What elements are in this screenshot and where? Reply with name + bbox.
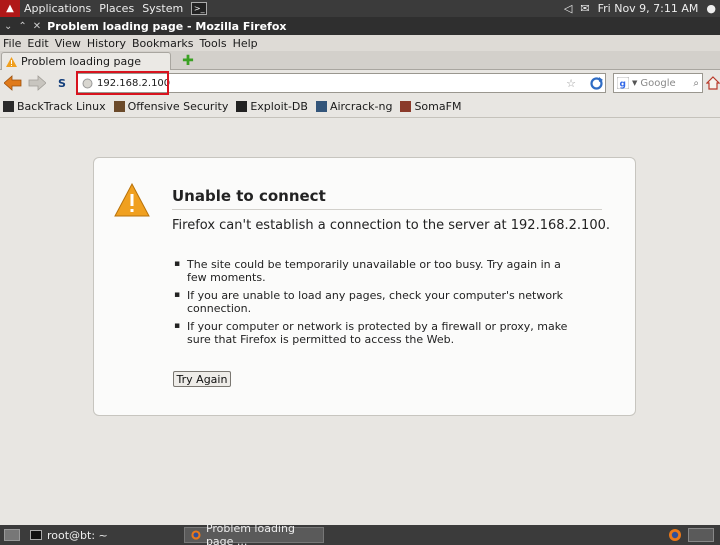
- close-icon[interactable]: ✕: [33, 21, 41, 32]
- forward-button[interactable]: [28, 75, 46, 91]
- task-firefox[interactable]: Problem loading page ...: [184, 522, 324, 545]
- warning-small-icon: [6, 56, 17, 67]
- try-again-button[interactable]: Try Again: [173, 371, 231, 387]
- bookmarks-toolbar: BackTrack Linux Offensive Security Explo…: [0, 96, 720, 118]
- somafm-icon: [400, 101, 412, 112]
- aircrack-icon: [315, 101, 327, 112]
- workspace-switcher[interactable]: [688, 528, 714, 542]
- menu-edit[interactable]: Edit: [24, 37, 51, 50]
- search-bar[interactable]: g ▼ Google ⌕: [613, 73, 703, 93]
- new-tab-button[interactable]: ✚: [180, 53, 196, 69]
- places-menu[interactable]: Places: [95, 2, 138, 15]
- task-terminal[interactable]: root@bt: ~: [24, 527, 184, 543]
- network-icon[interactable]: ✉: [580, 2, 589, 15]
- warning-icon: [114, 183, 150, 217]
- home-icon: [706, 76, 720, 90]
- google-icon: g: [617, 77, 629, 89]
- window-shade-icon[interactable]: ⌃: [18, 21, 26, 32]
- user-icon[interactable]: ●: [706, 2, 716, 15]
- offensive-security-icon: [113, 101, 125, 112]
- show-desktop-icon[interactable]: [4, 529, 20, 541]
- system-menu[interactable]: System: [138, 2, 187, 15]
- search-engine-dropdown-icon[interactable]: ▼: [632, 79, 637, 87]
- site-identity-icon[interactable]: S: [55, 75, 69, 91]
- forward-arrow-icon: [28, 75, 46, 91]
- error-suggestions: The site could be temporarily unavailabl…: [172, 258, 582, 351]
- exploit-db-icon: [236, 101, 248, 112]
- menu-history[interactable]: History: [84, 37, 129, 50]
- back-button[interactable]: [4, 75, 22, 91]
- navigation-toolbar: S 192.168.2.100 ☆ g ▼ Google ⌕: [0, 70, 720, 96]
- bookmark-exploit-db[interactable]: Exploit-DB: [236, 100, 308, 113]
- list-item: If your computer or network is protected…: [172, 320, 582, 346]
- tab-bar: Problem loading page ✚: [0, 51, 720, 70]
- reload-button[interactable]: [589, 75, 603, 91]
- volume-icon[interactable]: ◁: [564, 2, 572, 15]
- search-icon[interactable]: ⌕: [693, 78, 702, 89]
- home-button[interactable]: [706, 75, 720, 91]
- reload-icon: [589, 76, 603, 90]
- error-description: Firefox can't establish a connection to …: [172, 218, 610, 233]
- firefox-tray-icon[interactable]: [668, 528, 682, 542]
- error-title: Unable to connect: [172, 187, 326, 205]
- bookmark-somafm[interactable]: SomaFM: [400, 100, 461, 113]
- menu-help[interactable]: Help: [230, 37, 261, 50]
- page-content: Unable to connect Firefox can't establis…: [0, 119, 720, 525]
- clock[interactable]: Fri Nov 9, 7:11 AM: [598, 2, 699, 15]
- task-label: root@bt: ~: [47, 528, 108, 542]
- backtrack-logo-icon[interactable]: ▲: [0, 0, 20, 17]
- back-arrow-icon: [4, 75, 22, 91]
- menu-view[interactable]: View: [52, 37, 84, 50]
- url-highlight-box: [76, 71, 169, 95]
- bookmark-star-icon[interactable]: ☆: [565, 75, 577, 91]
- menu-bookmarks[interactable]: Bookmarks: [129, 37, 196, 50]
- backtrack-icon: [3, 101, 14, 112]
- menu-tools[interactable]: Tools: [196, 37, 229, 50]
- bookmark-backtrack-linux[interactable]: BackTrack Linux: [3, 100, 106, 113]
- tab-problem-loading[interactable]: Problem loading page: [1, 52, 171, 70]
- terminal-launcher-icon[interactable]: >_: [191, 2, 208, 15]
- applications-menu[interactable]: Applications: [20, 2, 95, 15]
- bookmark-label: Exploit-DB: [250, 100, 308, 113]
- top-panel: ▲ Applications Places System >_ ◁ ✉ Fri …: [0, 0, 720, 17]
- list-item: If you are unable to load any pages, che…: [172, 289, 582, 315]
- window-title: Problem loading page - Mozilla Firefox: [47, 19, 287, 33]
- menubar: File Edit View History Bookmarks Tools H…: [0, 35, 720, 51]
- search-placeholder: Google: [640, 77, 676, 89]
- list-item: The site could be temporarily unavailabl…: [172, 258, 582, 284]
- bookmark-label: SomaFM: [414, 100, 462, 113]
- bookmark-aircrack-ng[interactable]: Aircrack-ng: [315, 100, 393, 113]
- svg-text:g: g: [620, 80, 626, 90]
- bottom-panel: root@bt: ~ Problem loading page ...: [0, 522, 720, 545]
- bookmark-offensive-security[interactable]: Offensive Security: [113, 100, 229, 113]
- title-divider: [172, 209, 602, 210]
- task-label: Problem loading page ...: [205, 522, 295, 545]
- error-panel: Unable to connect Firefox can't establis…: [93, 157, 636, 416]
- terminal-icon: [30, 530, 42, 540]
- menu-file[interactable]: File: [0, 37, 24, 50]
- window-menu-icon[interactable]: ⌄: [4, 21, 12, 32]
- bookmark-label: BackTrack Linux: [17, 100, 106, 113]
- firefox-icon: [191, 530, 201, 540]
- window-titlebar: ⌄ ⌃ ✕ Problem loading page - Mozilla Fir…: [0, 17, 720, 35]
- tab-label: Problem loading page: [21, 55, 141, 68]
- bookmark-label: Offensive Security: [127, 100, 229, 113]
- bookmark-label: Aircrack-ng: [329, 100, 393, 113]
